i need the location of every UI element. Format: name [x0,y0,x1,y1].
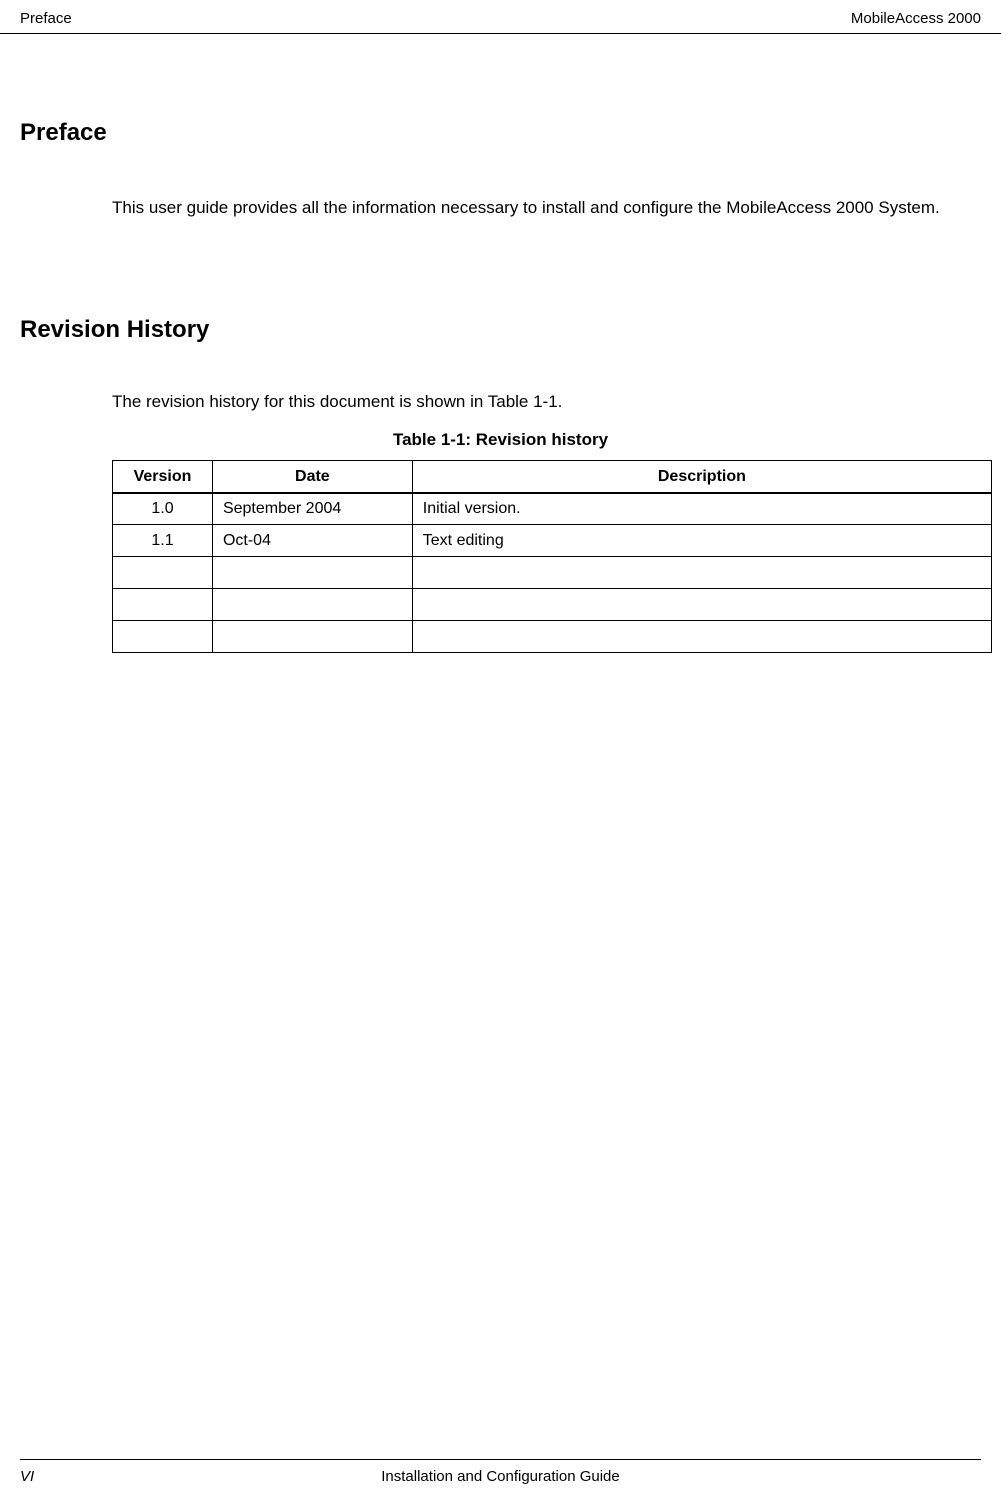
preface-body: This user guide provides all the informa… [112,195,981,221]
col-header-description: Description [412,461,991,493]
cell-version: 1.1 [113,525,213,557]
page-footer: VI Installation and Configuration Guide [20,1459,981,1485]
col-header-version: Version [113,461,213,493]
cell-date [212,621,412,653]
footer-title: Installation and Configuration Guide [381,1468,620,1485]
revision-history-heading: Revision History [20,316,981,344]
revision-history-table: Version Date Description 1.0 September 2… [112,460,992,653]
cell-date: Oct-04 [212,525,412,557]
cell-version [113,621,213,653]
table-row [113,621,992,653]
cell-description [412,557,991,589]
cell-description: Text editing [412,525,991,557]
table-row [113,557,992,589]
table-row: 1.1 Oct-04 Text editing [113,525,992,557]
table-caption: Table 1-1: Revision history [20,430,981,450]
cell-description [412,589,991,621]
table-row: 1.0 September 2004 Initial version. [113,493,992,525]
cell-date: September 2004 [212,493,412,525]
footer-page-number: VI [20,1468,34,1485]
cell-description [412,621,991,653]
header-left: Preface [20,10,72,27]
revision-history-intro: The revision history for this document i… [112,392,981,412]
preface-heading: Preface [20,119,981,147]
cell-date [212,557,412,589]
page-header: Preface MobileAccess 2000 [0,0,1001,34]
table-header-row: Version Date Description [113,461,992,493]
cell-version [113,589,213,621]
cell-description: Initial version. [412,493,991,525]
header-right: MobileAccess 2000 [851,10,981,27]
content-area: Preface This user guide provides all the… [0,34,1001,653]
table-row [113,589,992,621]
cell-version [113,557,213,589]
cell-version: 1.0 [113,493,213,525]
col-header-date: Date [212,461,412,493]
cell-date [212,589,412,621]
